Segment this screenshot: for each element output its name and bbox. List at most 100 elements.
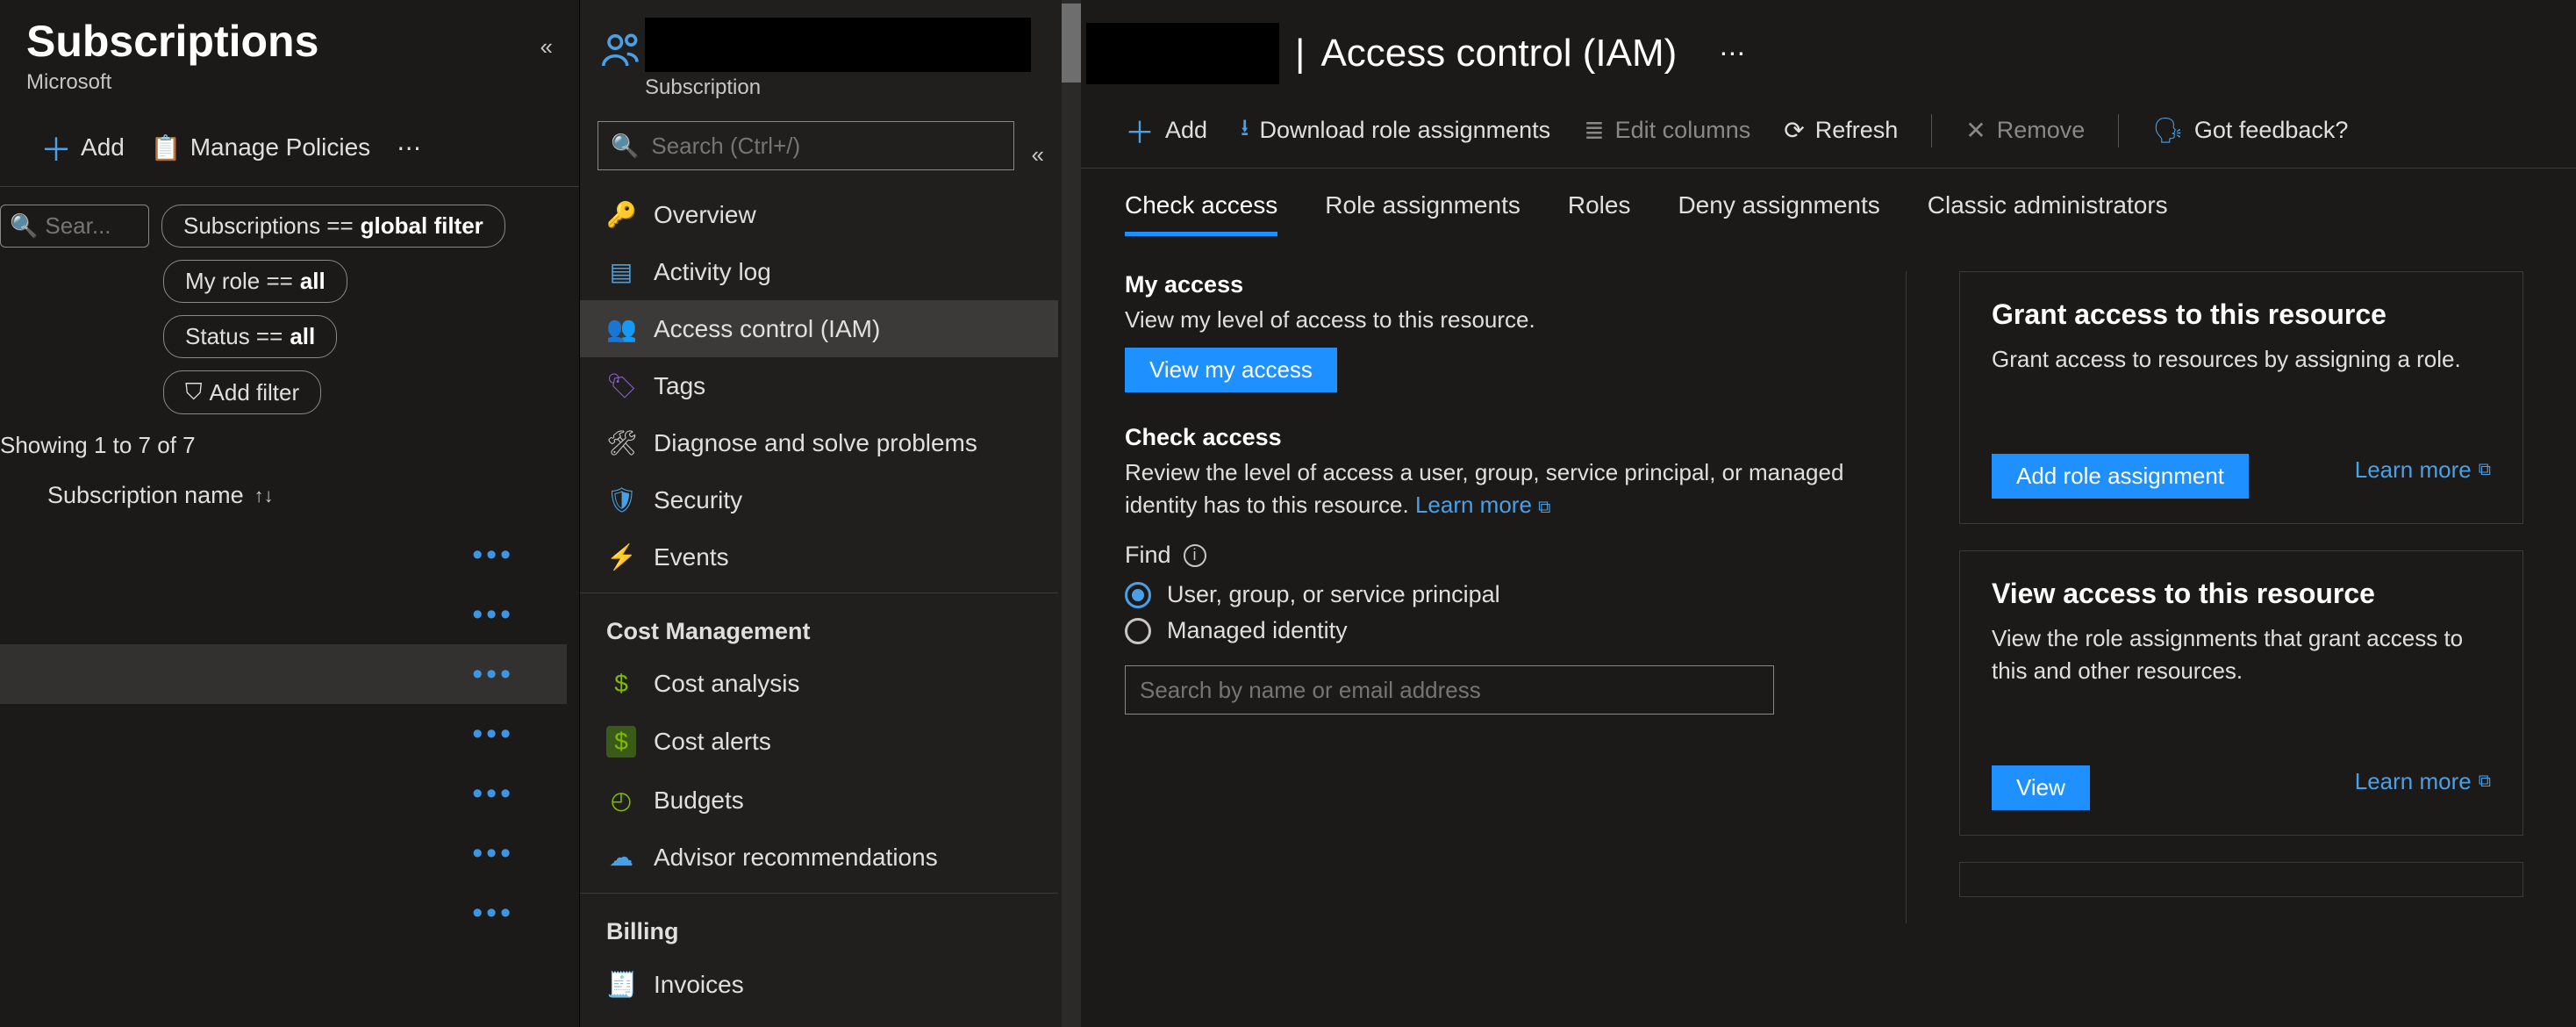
remove-icon: ✕ [1965, 116, 1986, 145]
resource-search-input[interactable] [651, 133, 1000, 160]
nav-events[interactable]: ⚡Events [580, 528, 1058, 585]
row-menu-icon[interactable]: ••• [472, 837, 514, 871]
row-menu-icon[interactable]: ••• [472, 598, 514, 632]
add-button[interactable]: ＋Add [1125, 109, 1207, 152]
view-access-button[interactable]: View [1992, 765, 2090, 810]
radio-mi-label: Managed identity [1167, 617, 1348, 644]
nav-overview[interactable]: 🔑 Overview [580, 186, 1058, 243]
table-row[interactable]: ••• [0, 883, 567, 943]
edit-columns-button[interactable]: ≣Edit columns [1584, 116, 1750, 145]
redacted-title-part [1086, 23, 1279, 84]
collapse-resource-nav-icon[interactable]: « [1032, 124, 1044, 169]
nav-security[interactable]: 🛡Security [580, 471, 1058, 528]
nav-partner-info[interactable]: 👤Partner information [580, 1013, 1058, 1027]
radio-user-group[interactable]: User, group, or service principal [1125, 581, 1853, 608]
principal-search[interactable] [1125, 665, 1774, 715]
row-menu-icon[interactable]: ••• [472, 896, 514, 930]
add-filter-label: Add filter [210, 379, 300, 406]
nav-diagnose[interactable]: 🛠Diagnose and solve problems [580, 414, 1058, 471]
nav-cost-alerts[interactable]: $Cost alerts [580, 712, 1058, 772]
row-menu-icon[interactable]: ••• [472, 538, 514, 572]
nav-tags[interactable]: 🏷Tags [580, 357, 1058, 414]
tab-roles[interactable]: Roles [1568, 191, 1631, 236]
card-view-access: View access to this resource View the ro… [1959, 550, 2523, 836]
refresh-button[interactable]: ⟳Refresh [1784, 116, 1898, 145]
nav-budgets[interactable]: ◴Budgets [580, 772, 1058, 829]
my-access-desc: View my level of access to this resource… [1125, 304, 1853, 335]
card-view-desc: View the role assignments that grant acc… [1992, 622, 2491, 688]
row-menu-icon[interactable]: ••• [472, 657, 514, 692]
tag-icon: 🏷 [606, 371, 636, 400]
subscriptions-subtitle: Microsoft [26, 70, 318, 95]
people-icon: 👥 [606, 314, 636, 343]
column-header-name[interactable]: Subscription name ↑↓ [0, 468, 567, 520]
nav-label: Cost analysis [654, 670, 800, 698]
col-name-label: Subscription name [47, 482, 244, 509]
filter-status-chip[interactable]: Status == all [163, 315, 337, 358]
remove-button[interactable]: ✕Remove [1965, 116, 2085, 145]
learn-more-label: Learn more [2355, 768, 2472, 795]
learn-more-link[interactable]: Learn more ⧉ [2355, 768, 2491, 795]
subscriptions-search-input[interactable]: 🔍 [0, 205, 149, 248]
row-menu-icon[interactable]: ••• [472, 777, 514, 811]
log-icon: ▤ [606, 257, 636, 286]
subscriptions-search-field[interactable] [45, 212, 141, 240]
add-role-assignment-button[interactable]: Add role assignment [1992, 454, 2249, 499]
nav-activity-log[interactable]: ▤Activity log [580, 243, 1058, 300]
tab-role-assignments[interactable]: Role assignments [1325, 191, 1521, 236]
nav-advisor[interactable]: ☁Advisor recommendations [580, 829, 1058, 886]
card-view-heading: View access to this resource [1992, 578, 2491, 610]
budget-icon: ◴ [606, 786, 636, 815]
check-access-heading: Check access [1125, 424, 1853, 451]
nav-invoices[interactable]: 🧾Invoices [580, 956, 1058, 1013]
nav-label: Cost alerts [654, 728, 771, 756]
table-row[interactable]: ••• [0, 823, 567, 883]
add-label: Add [1165, 117, 1207, 144]
search-icon: 🔍 [10, 212, 38, 240]
table-row[interactable]: ••• [0, 644, 567, 704]
principal-search-input[interactable] [1140, 677, 1759, 704]
more-actions-button[interactable]: ⋯ [397, 133, 423, 162]
info-icon[interactable]: i [1184, 544, 1206, 567]
collapse-subscriptions-icon[interactable]: « [540, 16, 553, 95]
table-row[interactable]: ••• [0, 585, 567, 644]
view-my-access-button[interactable]: View my access [1125, 348, 1337, 392]
external-icon: ⧉ [2479, 460, 2491, 480]
download-role-assignments-button[interactable]: ⭳Download role assignments [1241, 111, 1550, 151]
table-row[interactable]: ••• [0, 764, 567, 823]
table-row[interactable]: ••• [0, 704, 567, 764]
resource-search[interactable]: 🔍 [597, 121, 1014, 170]
filter-role-chip[interactable]: My role == all [163, 260, 347, 303]
nav-label: Diagnose and solve problems [654, 429, 977, 457]
sort-icon: ↑↓ [254, 485, 274, 507]
tab-deny-assignments[interactable]: Deny assignments [1678, 191, 1879, 236]
radio-managed-identity[interactable]: Managed identity [1125, 617, 1853, 644]
nav-label: Invoices [654, 971, 744, 999]
nav-label: Overview [654, 201, 756, 229]
nav-cost-analysis[interactable]: $Cost analysis [580, 656, 1058, 712]
tab-classic-admins[interactable]: Classic administrators [1928, 191, 2168, 236]
add-subscription-button[interactable]: ＋ Add [40, 125, 125, 170]
learn-more-link[interactable]: Learn more ⧉ [2355, 456, 2491, 484]
feedback-button[interactable]: 🗣Got feedback? [2152, 116, 2348, 145]
filter-subscriptions-chip[interactable]: Subscriptions == global filter [161, 205, 505, 248]
row-menu-icon[interactable]: ••• [472, 717, 514, 751]
filter-status-value: all [290, 323, 315, 350]
filter-role-value: all [300, 268, 326, 295]
tab-check-access[interactable]: Check access [1125, 191, 1277, 236]
scrollbar-thumb[interactable] [1062, 4, 1081, 83]
external-icon: ⧉ [2479, 772, 2491, 792]
separator [2118, 114, 2119, 147]
table-row[interactable]: ••• [0, 525, 567, 585]
more-menu-icon[interactable]: ⋯ [1719, 39, 1745, 69]
add-filter-chip[interactable]: ⛉ Add filter [163, 370, 321, 414]
learn-more-link[interactable]: Learn more ⧉ [1415, 492, 1550, 518]
manage-policies-button[interactable]: 📋 Manage Policies [151, 133, 370, 162]
key-icon: 🔑 [606, 200, 636, 229]
learn-more-label: Learn more [1415, 492, 1532, 518]
page-title: Access control (IAM) [1320, 32, 1677, 75]
filter-subscriptions-prefix: Subscriptions == [183, 212, 354, 240]
scrollbar[interactable] [1062, 0, 1081, 1027]
nav-access-control[interactable]: 👥Access control (IAM) [580, 300, 1058, 357]
command-bar: ＋Add ⭳Download role assignments ≣Edit co… [1081, 84, 2576, 169]
